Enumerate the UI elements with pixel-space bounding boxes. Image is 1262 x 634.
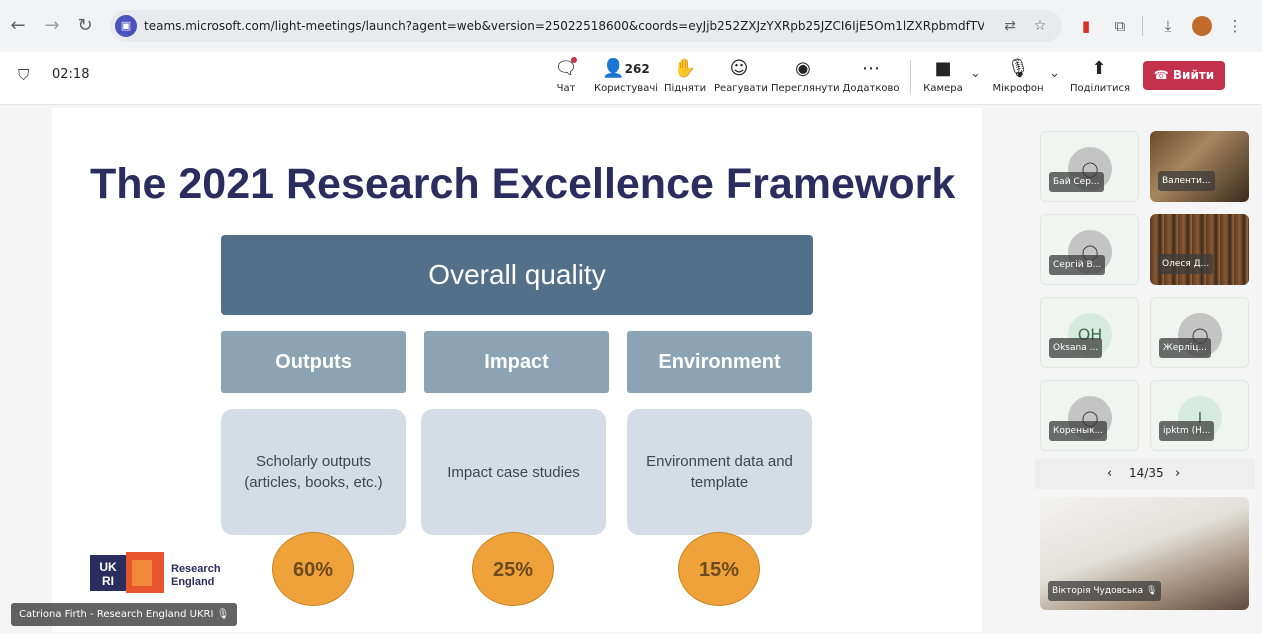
ukri-logo: UK RI (90, 552, 164, 593)
chat-label: Чат (556, 83, 576, 94)
people-icon: 👤 (602, 58, 625, 79)
ukri-logo-text: RI (102, 574, 114, 588)
page-indicator: 14/35 (1129, 466, 1164, 480)
england-text: England (171, 576, 215, 588)
participant-tile[interactable]: ◯ Бай Сер... (1040, 131, 1139, 202)
camera-button[interactable]: ■ Камера (922, 56, 964, 100)
participant-name: Олеся Д... (1158, 254, 1214, 274)
self-name: Вікторія Чудовська (1052, 586, 1144, 596)
url-text[interactable]: teams.microsoft.com/light-meetings/launc… (144, 10, 984, 42)
meeting-timer: 02:18 (52, 67, 90, 82)
forward-icon[interactable]: → (40, 14, 64, 38)
shield-icon: ⛉ (18, 66, 30, 84)
research-text: Research (171, 563, 221, 575)
reload-icon[interactable]: ↻ (73, 14, 97, 38)
smiley-icon: ☺ (729, 58, 749, 79)
participant-tile[interactable]: ◯ Жерліц... (1150, 297, 1249, 368)
environment-description: Environment data and template (627, 409, 812, 535)
overall-quality-box: Overall quality (221, 235, 813, 315)
participant-name: Коренык... (1049, 421, 1108, 441)
more-button[interactable]: ⋯ Додатково (842, 56, 900, 100)
participant-name: Жерліц... (1159, 338, 1211, 358)
mic-label: Мікрофон (992, 83, 1044, 94)
share-icon: ⬆ (1091, 58, 1107, 79)
presenter-name-tag: Catriona Firth - Research England UKRI 🎙 (11, 603, 238, 626)
outputs-heading: Outputs (221, 331, 406, 393)
pdf-extension-icon[interactable]: ▮ (1074, 14, 1098, 38)
translate-icon[interactable]: ⇄ (1000, 16, 1020, 36)
ukri-logo-text: UK (99, 560, 117, 574)
research-england-label: Research England (171, 563, 221, 589)
chevron-right-icon[interactable]: › (1175, 466, 1180, 481)
people-label: Користувачі (594, 83, 659, 94)
mic-icon: 🎙 (216, 609, 230, 620)
view-button[interactable]: ◉ Переглянути (771, 56, 840, 100)
leave-button[interactable]: ☎ Вийти (1143, 61, 1225, 90)
participant-name: Бай Сер... (1049, 172, 1104, 192)
mic-off-icon: 🎙 (1145, 586, 1158, 596)
react-label: Реагувати (714, 83, 768, 94)
slide-title: The 2021 Research Excellence Framework (90, 160, 956, 208)
mic-off-icon: 🎙 (1006, 58, 1030, 79)
presenter-name: Catriona Firth - Research England UKRI (19, 609, 214, 620)
camera-icon: ■ (934, 58, 952, 79)
more-label: Додатково (842, 83, 900, 94)
profile-avatar[interactable] (1192, 16, 1212, 36)
hand-icon: ✋ (673, 58, 697, 79)
toolbar-divider (910, 60, 911, 94)
teams-icon: ▣ (115, 15, 137, 37)
people-count: 262 (624, 62, 650, 76)
participant-name: ipktm (Н... (1159, 421, 1215, 441)
chat-notification-dot (571, 57, 577, 63)
participant-name: Сергій В... (1049, 255, 1106, 275)
address-bar[interactable]: ▣ teams.microsoft.com/light-meetings/lau… (110, 10, 1062, 42)
mic-button[interactable]: 🎙 Мікрофон (990, 56, 1046, 100)
participant-tile[interactable]: ◯ Коренык... (1040, 380, 1139, 451)
impact-description: Impact case studies (421, 409, 606, 535)
raise-hand-button[interactable]: ✋ Підняти (664, 56, 706, 100)
self-video-tile[interactable]: Вікторія Чудовська 🎙 (1040, 497, 1249, 610)
browser-menu-icon[interactable]: ⋮ (1223, 14, 1247, 38)
back-icon[interactable]: ← (6, 14, 30, 38)
outputs-description: Scholarly outputs (articles, books, etc.… (221, 409, 406, 535)
chat-icon: 🗨 (554, 58, 578, 79)
participant-tile[interactable]: Валенти... (1150, 131, 1249, 202)
people-button[interactable]: 👤262 Користувачі (594, 56, 658, 100)
view-icon: ◉ (795, 58, 811, 79)
environment-heading: Environment (627, 331, 812, 393)
leave-label: Вийти (1172, 68, 1215, 82)
participant-tile[interactable]: I ipktm (Н... (1150, 380, 1249, 451)
chat-button[interactable]: 🗨 Чат (550, 56, 582, 100)
download-icon[interactable]: ⤓ (1156, 14, 1180, 38)
participant-tile[interactable]: ◯ Сергій В... (1040, 214, 1139, 285)
environment-percent: 15% (678, 532, 760, 606)
camera-label: Камера (923, 83, 963, 94)
participant-pager: ‹ 14/35 › (1035, 459, 1255, 489)
impact-percent: 25% (472, 532, 554, 606)
view-label: Переглянути (771, 83, 840, 94)
participant-tile[interactable]: Олеся Д... (1150, 214, 1249, 285)
bookmark-star-icon[interactable]: ☆ (1030, 16, 1050, 36)
share-button[interactable]: ⬆ Поділитися (1070, 56, 1131, 100)
share-label: Поділитися (1070, 83, 1131, 94)
participant-tile[interactable]: OH Oksana ... (1040, 297, 1139, 368)
raise-hand-label: Підняти (664, 83, 707, 94)
toolbar-divider (1142, 16, 1143, 36)
extensions-icon[interactable]: ⧉ (1108, 14, 1132, 38)
react-button[interactable]: ☺ Реагувати (714, 56, 768, 100)
participant-name: Oksana ... (1049, 338, 1103, 358)
more-icon: ⋯ (862, 58, 880, 79)
self-name-tag: Вікторія Чудовська 🎙 (1048, 581, 1162, 601)
phone-icon: ☎ (1153, 68, 1173, 82)
chevron-left-icon[interactable]: ‹ (1107, 466, 1112, 481)
chevron-down-icon[interactable]: ⌄ (1049, 66, 1060, 81)
participant-name: Валенти... (1158, 171, 1215, 191)
outputs-percent: 60% (272, 532, 354, 606)
impact-heading: Impact (424, 331, 609, 393)
chevron-down-icon[interactable]: ⌄ (970, 66, 981, 81)
